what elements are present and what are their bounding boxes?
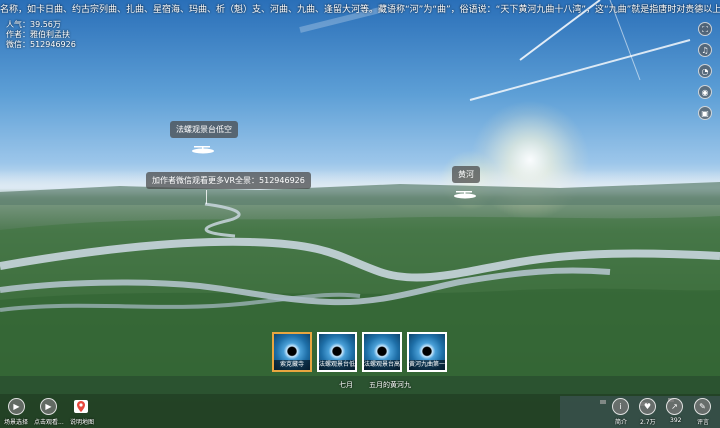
share-count: 392 [670, 417, 682, 424]
like-count: 2.7万 [640, 419, 656, 426]
scene-select-label: 场景选择 [4, 419, 29, 426]
scene-thumb-3[interactable]: 法螺观景台高 [362, 332, 402, 372]
vr-icon[interactable]: ▣ [698, 106, 712, 120]
plane-icon[interactable] [452, 189, 478, 201]
music-icon[interactable]: ♫ [698, 43, 712, 57]
scene-thumb-label: 法螺观景台高 [364, 360, 400, 370]
hotspot-label-yellow-river[interactable]: 黄河 [452, 166, 480, 183]
scene-thumb-label: 黄河九曲第一... [409, 360, 445, 370]
scene-thumb-4[interactable]: 黄河九曲第一... [407, 332, 447, 372]
group-tab-may-yellow-river[interactable]: 五月的黄河九 [369, 380, 411, 390]
scene-select-icon[interactable]: ▶ [8, 398, 25, 415]
panorama-viewer[interactable]: 名称，如卡日曲、约古宗列曲、扎曲、星宿海、玛曲、析（魁）支、河曲、九曲、逢留大河… [0, 0, 720, 428]
hotspot-tooltip: 加作者微信观看更多VR全景：512946926 [146, 172, 311, 189]
comment-icon[interactable]: ✎ [694, 398, 711, 415]
info-icon[interactable]: i [612, 398, 629, 415]
map-label: 说明地图 [70, 419, 95, 426]
hotspot-label-falo-low[interactable]: 法螺观景台低空 [170, 121, 238, 138]
bottom-toolbar [0, 394, 720, 428]
scrolling-description: 名称，如卡日曲、约古宗列曲、扎曲、星宿海、玛曲、析（魁）支、河曲、九曲、逢留大河… [0, 5, 720, 15]
author-wechat: 微信：512946926 [6, 40, 76, 49]
popularity-count: 人气：39.56万 [6, 20, 61, 29]
scene-group-bar [0, 376, 720, 394]
group-tab-july[interactable]: 七月 [339, 380, 353, 390]
intro-label: 简介 [615, 419, 628, 426]
landscape-scene [0, 0, 720, 428]
hotspot-pin-line [206, 190, 207, 204]
like-icon[interactable]: ♥ [639, 398, 656, 415]
fullscreen-icon[interactable]: ⛶ [698, 22, 712, 36]
share-icon[interactable]: ↗ [666, 398, 683, 415]
scene-thumb-label: 索克藏寺 [274, 360, 310, 370]
tap-view-label: 点击观看... [34, 419, 64, 426]
scene-thumb-1[interactable]: 索克藏寺 [272, 332, 312, 372]
play-icon[interactable]: ▶ [40, 398, 57, 415]
right-toolbar: ⛶ ♫ ◔ ◉ ▣ [698, 22, 712, 127]
scene-thumb-label: 法螺观景台低... [319, 360, 355, 370]
view-mode-icon[interactable]: ◉ [698, 85, 712, 99]
scene-thumb-2[interactable]: 法螺观景台低... [317, 332, 357, 372]
comment-label: 评言 [697, 419, 710, 426]
plane-icon[interactable] [190, 144, 216, 156]
author-name: 作者：雅伯利孟扶 [6, 30, 70, 39]
author-info: 人气：39.56万 作者：雅伯利孟扶 微信：512946926 [6, 20, 76, 50]
gyroscope-icon[interactable]: ◔ [698, 64, 712, 78]
map-pin-icon[interactable] [74, 398, 88, 415]
